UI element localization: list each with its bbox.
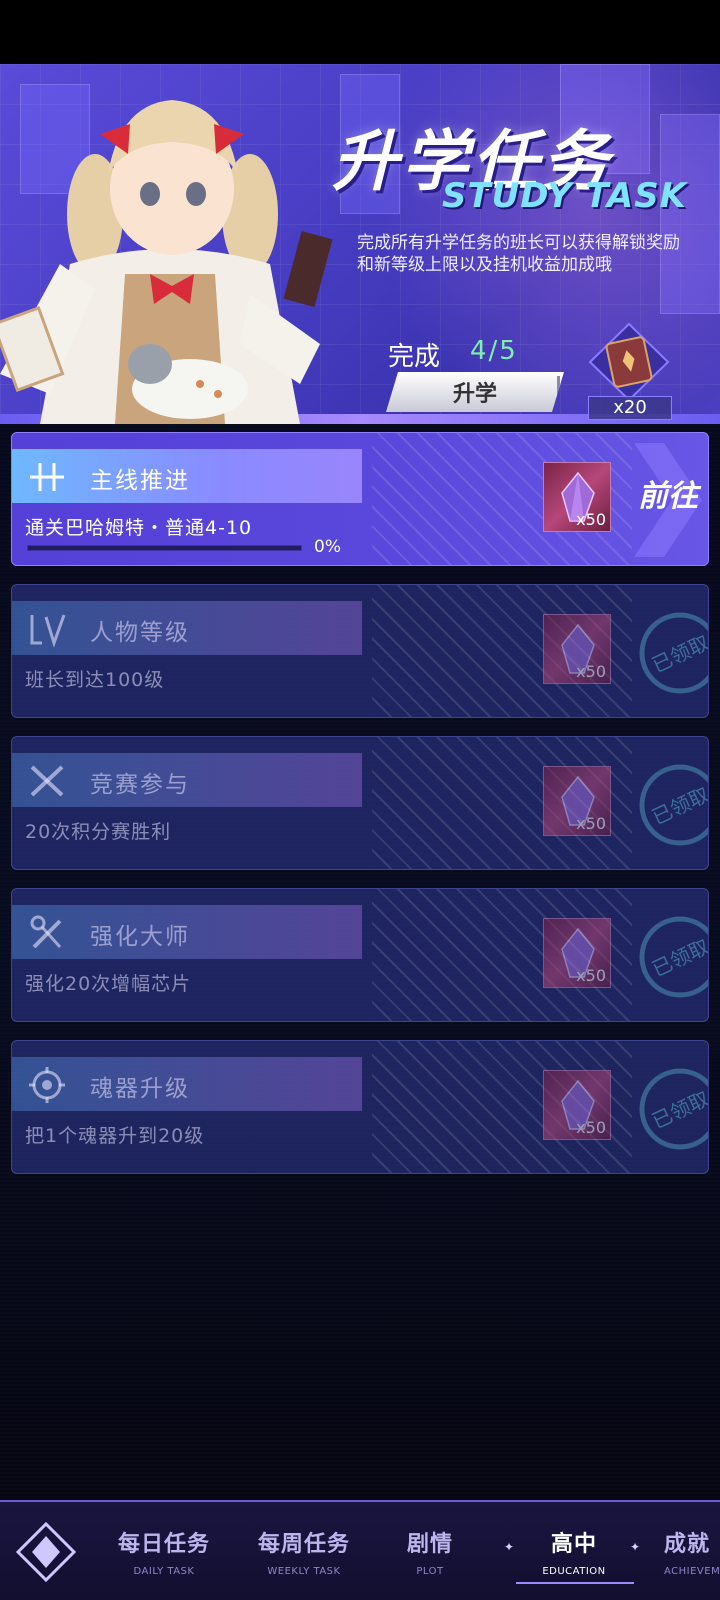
task-header: 竞赛参与: [12, 753, 362, 807]
crossed-guns-icon: [30, 765, 64, 797]
tab-education[interactable]: 高中 EDUCATION: [524, 1526, 624, 1577]
reward-quantity: x50: [576, 814, 606, 833]
active-tab-indicator: [516, 1582, 634, 1584]
task-card-main-story: 主线推进 通关巴哈姆特・普通4-10 0% x50 前往: [11, 432, 709, 566]
tab-plot[interactable]: 剧情 PLOT: [380, 1526, 480, 1577]
reward-quantity: x50: [576, 966, 606, 985]
soul-gear-icon: [29, 1067, 65, 1103]
task-header: 主线推进: [12, 449, 362, 503]
reward-quantity: x50: [576, 1118, 606, 1137]
task-header: 强化大师: [12, 905, 362, 959]
task-header: 魂器升级: [12, 1057, 362, 1111]
svg-text:已领取: 已领取: [648, 782, 708, 829]
tab-label: 高中: [550, 1532, 597, 1557]
home-logo-icon[interactable]: [16, 1520, 76, 1584]
task-card-character-level: 人物等级 班长到达100级 x50 已领取: [11, 584, 709, 718]
task-description: 强化20次增幅芯片: [25, 973, 192, 995]
task-card-soul-gear: 魂器升级 把1个魂器升到20级 x50 已领取: [11, 1040, 709, 1174]
reward-book-icon[interactable]: [588, 322, 670, 402]
completion-label: 完成: [388, 342, 441, 372]
task-title: 强化大师: [90, 924, 190, 950]
tab-label: 成就: [664, 1532, 711, 1557]
tab-sublabel: DAILY TASK: [133, 1566, 195, 1577]
reward-crystal[interactable]: x50: [543, 614, 611, 684]
task-title: 人物等级: [90, 620, 190, 646]
bottom-navigation: 每日任务 DAILY TASK 每周任务 WEEKLY TASK 剧情 PLOT…: [0, 1500, 720, 1600]
tab-label: 每日任务: [117, 1532, 210, 1557]
level-icon: [30, 614, 66, 648]
reward-book-count: x20: [588, 396, 672, 420]
tab-label: 每周任务: [257, 1532, 350, 1557]
task-title: 魂器升级: [90, 1076, 190, 1102]
study-task-screen: 升学任务 STUDY TASK 完成所有升学任务的班长可以获得解锁奖励和新等级上…: [0, 0, 720, 1600]
star-icon: ✦: [504, 1540, 515, 1554]
tab-sublabel: ACHIEVEMENT: [664, 1566, 720, 1577]
crossed-tools-icon: [30, 915, 62, 949]
claimed-stamp-icon: 已领取: [639, 764, 708, 846]
reward-crystal[interactable]: x50: [543, 462, 611, 532]
completion-value: 4/5: [470, 336, 518, 366]
claimed-stamp-icon: 已领取: [639, 916, 708, 998]
svg-text:已领取: 已领取: [648, 1086, 708, 1133]
tab-weekly-task[interactable]: 每周任务 WEEKLY TASK: [244, 1526, 364, 1577]
task-description: 通关巴哈姆特・普通4-10: [25, 517, 253, 539]
task-progress-text: 0%: [314, 537, 341, 557]
task-header: 人物等级: [12, 601, 362, 655]
page-subtitle: STUDY TASK: [442, 176, 688, 216]
svg-text:已领取: 已领取: [648, 630, 708, 677]
reward-quantity: x50: [576, 662, 606, 681]
task-description: 把1个魂器升到20级: [25, 1125, 205, 1147]
svg-text:已领取: 已领取: [648, 934, 708, 981]
claimed-stamp-icon: 已领取: [639, 1068, 708, 1150]
banner-description: 完成所有升学任务的班长可以获得解锁奖励和新等级上限以及挂机收益加成哦: [357, 233, 680, 275]
tab-sublabel: EDUCATION: [542, 1566, 606, 1577]
tab-label: 剧情: [406, 1532, 453, 1557]
reward-crystal[interactable]: x50: [543, 766, 611, 836]
task-title: 竞赛参与: [90, 772, 190, 798]
claimed-stamp-icon: 已领取: [639, 612, 708, 694]
character-illustration: [0, 100, 333, 424]
reward-quantity: x50: [576, 510, 606, 529]
task-progress-bar: [27, 545, 302, 551]
star-icon: ✦: [630, 1540, 641, 1554]
tab-sublabel: WEEKLY TASK: [267, 1566, 341, 1577]
promote-button[interactable]: 升学: [386, 372, 564, 412]
task-card-competition: 竞赛参与 20次积分赛胜利 x50 已领取: [11, 736, 709, 870]
task-card-enhance-master: 强化大师 强化20次增幅芯片 x50 已领取: [11, 888, 709, 1022]
tab-sublabel: PLOT: [416, 1566, 444, 1577]
reward-crystal[interactable]: x50: [543, 918, 611, 988]
crosshair-icon: [30, 463, 64, 491]
task-description: 20次积分赛胜利: [25, 821, 172, 843]
reward-crystal[interactable]: x50: [543, 1070, 611, 1140]
task-description: 班长到达100级: [25, 669, 165, 691]
status-bar: [0, 0, 720, 64]
tab-achievement[interactable]: 成就 ACHIEVEMENT: [664, 1526, 720, 1577]
task-title: 主线推进: [90, 468, 190, 494]
goto-button[interactable]: 前往: [638, 479, 698, 515]
tab-daily-task[interactable]: 每日任务 DAILY TASK: [104, 1526, 224, 1577]
